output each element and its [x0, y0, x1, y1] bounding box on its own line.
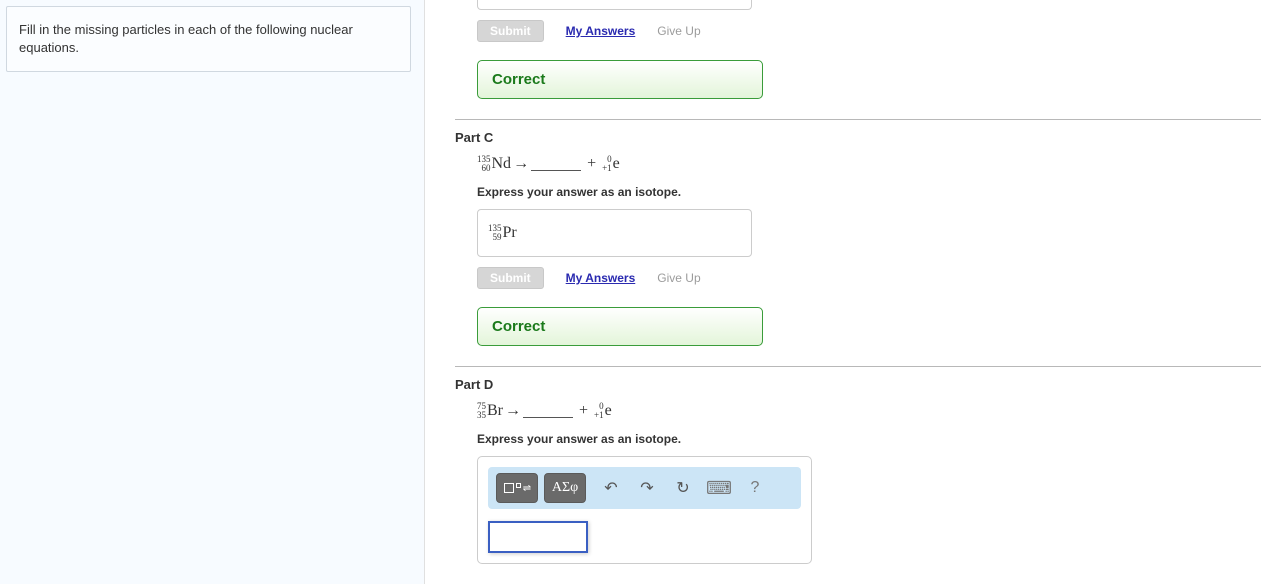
- element-symbol: e: [613, 155, 620, 173]
- part-title: Part D: [455, 377, 1261, 392]
- answer-input[interactable]: [488, 521, 588, 553]
- divider: [455, 366, 1261, 367]
- answer-format-instruction: Express your answer as an isotope.: [477, 185, 1261, 199]
- instructions-text: Fill in the missing particles in each of…: [19, 22, 353, 55]
- keyboard-icon[interactable]: ⌨: [708, 477, 730, 499]
- help-icon[interactable]: ?: [744, 477, 766, 499]
- give-up-link[interactable]: Give Up: [657, 271, 700, 285]
- status-badge: Correct: [477, 60, 763, 99]
- equation-editor: ⇌ ΑΣφ ↶ ↷ ↻ ⌨ ?: [477, 456, 812, 564]
- element-symbol: Nd: [492, 155, 512, 173]
- atomic-number: +1: [602, 164, 612, 173]
- arrow-icon: →: [513, 155, 529, 173]
- element-symbol: Br: [487, 402, 503, 420]
- submit-button[interactable]: Submit: [477, 20, 544, 42]
- my-answers-link[interactable]: My Answers: [566, 24, 636, 38]
- element-symbol: Pr: [503, 224, 517, 242]
- part-b-tail: Submit My Answers Give Up Correct: [455, 0, 1261, 120]
- divider: [455, 119, 1261, 120]
- atomic-number: +1: [594, 411, 604, 420]
- my-answers-link[interactable]: My Answers: [566, 271, 636, 285]
- answer-format-instruction: Express your answer as an isotope.: [477, 432, 1261, 446]
- atomic-number: 35: [477, 411, 486, 420]
- arrow-icon: →: [505, 402, 521, 420]
- answer-box-partial[interactable]: [477, 0, 752, 10]
- give-up-link[interactable]: Give Up: [657, 24, 700, 38]
- status-badge: Correct: [477, 307, 763, 346]
- reset-icon[interactable]: ↻: [672, 477, 694, 499]
- element-symbol: e: [605, 402, 612, 420]
- isotope-template-icon: ⇌: [504, 483, 530, 494]
- part-d: Part D 75 35 Br → + 0: [455, 377, 1261, 564]
- redo-icon[interactable]: ↷: [636, 477, 658, 499]
- submit-button[interactable]: Submit: [477, 267, 544, 289]
- instructions-panel: Fill in the missing particles in each of…: [6, 6, 411, 72]
- equation-c: 135 60 Nd → + 0 +1 e: [477, 155, 1261, 173]
- blank-slot: [531, 161, 581, 171]
- editor-toolbar: ⇌ ΑΣφ ↶ ↷ ↻ ⌨ ?: [488, 467, 801, 509]
- correct-label: Correct: [492, 71, 545, 88]
- correct-label: Correct: [492, 318, 545, 335]
- plus-sign: +: [587, 155, 596, 173]
- undo-icon[interactable]: ↶: [600, 477, 622, 499]
- answer-display[interactable]: 135 59 Pr: [477, 209, 752, 257]
- atomic-number: 59: [488, 233, 502, 242]
- greek-symbols-button[interactable]: ΑΣφ: [544, 473, 586, 503]
- part-title: Part C: [455, 130, 1261, 145]
- atomic-number: 60: [477, 164, 491, 173]
- plus-sign: +: [579, 402, 588, 420]
- part-c: Part C 135 60 Nd → + 0: [455, 130, 1261, 367]
- blank-slot: [523, 408, 573, 418]
- template-button[interactable]: ⇌: [496, 473, 538, 503]
- equation-d: 75 35 Br → + 0 +1 e: [477, 402, 1261, 420]
